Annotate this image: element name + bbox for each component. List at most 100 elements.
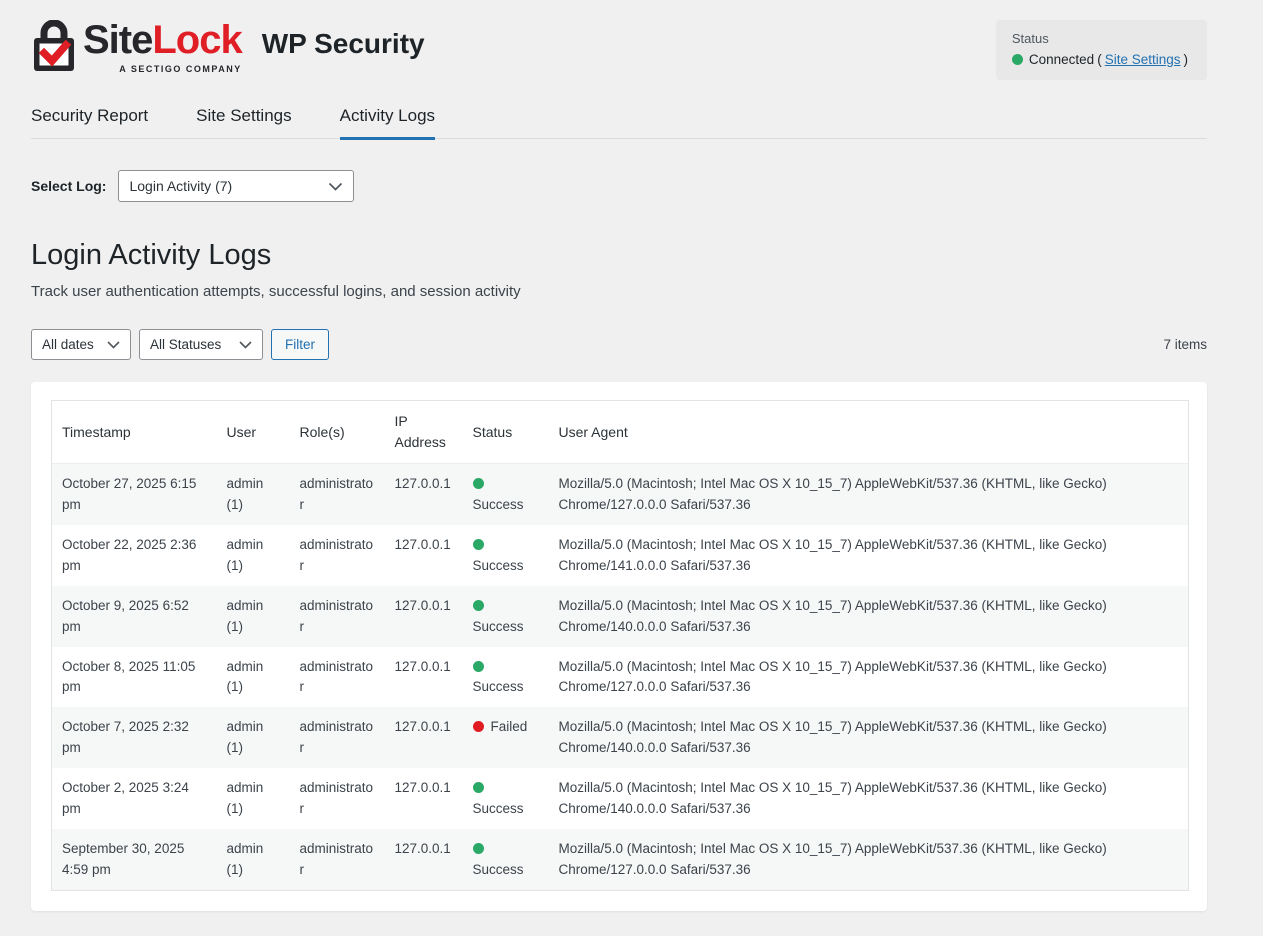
status-label: Success <box>473 679 524 694</box>
cell-status: Success <box>463 768 549 829</box>
site-settings-link[interactable]: Site Settings <box>1105 52 1181 67</box>
cell-status: Success <box>463 464 549 525</box>
column-header-status: Status <box>463 401 549 464</box>
status-box-label: Status <box>1012 31 1191 46</box>
cell-user-agent: Mozilla/5.0 (Macintosh; Intel Mac OS X 1… <box>549 464 1189 525</box>
tab-bar: Security Report Site Settings Activity L… <box>31 106 1207 139</box>
column-header-user-agent: User Agent <box>549 401 1189 464</box>
log-table-card: Timestamp User Role(s) IP Address Status… <box>31 382 1207 911</box>
page-title: Login Activity Logs <box>31 239 1207 272</box>
status-filter-value: All Statuses <box>150 337 221 352</box>
logo-site-text: Site <box>83 18 152 62</box>
success-dot-icon <box>473 539 484 550</box>
cell-status: Failed <box>463 707 549 768</box>
success-dot-icon <box>473 843 484 854</box>
login-activity-table: Timestamp User Role(s) IP Address Status… <box>51 400 1189 891</box>
column-header-user: User <box>217 401 290 464</box>
cell-status: Success <box>463 586 549 647</box>
cell-ip-address: 127.0.0.1 <box>385 525 463 586</box>
cell-user: admin (1) <box>217 707 290 768</box>
cell-user: admin (1) <box>217 586 290 647</box>
connected-dot-icon <box>1012 54 1023 65</box>
items-count: 7 items <box>1163 337 1207 352</box>
cell-role: administrator <box>290 464 385 525</box>
cell-user-agent: Mozilla/5.0 (Macintosh; Intel Mac OS X 1… <box>549 525 1189 586</box>
status-filter-select[interactable]: All Statuses <box>139 329 263 360</box>
cell-role: administrator <box>290 586 385 647</box>
table-row: October 2, 2025 3:24 pmadmin (1)administ… <box>52 768 1189 829</box>
table-row: September 30, 2025 4:59 pmadmin (1)admin… <box>52 829 1189 890</box>
status-label: Success <box>473 497 524 512</box>
column-header-ip-address: IP Address <box>385 401 463 464</box>
cell-timestamp: October 27, 2025 6:15 pm <box>52 464 217 525</box>
table-header: Timestamp User Role(s) IP Address Status… <box>52 401 1189 464</box>
cell-timestamp: October 7, 2025 2:32 pm <box>52 707 217 768</box>
table-row: October 8, 2025 11:05 pmadmin (1)adminis… <box>52 647 1189 708</box>
select-log-label: Select Log: <box>31 178 106 194</box>
tab-site-settings[interactable]: Site Settings <box>196 106 291 140</box>
log-selector-row: Select Log: Login Activity (7) <box>31 170 1207 202</box>
brand: SiteLock A SECTIGO COMPANY WP Security <box>31 20 425 74</box>
cell-status: Success <box>463 525 549 586</box>
cell-ip-address: 127.0.0.1 <box>385 464 463 525</box>
header: SiteLock A SECTIGO COMPANY WP Security S… <box>31 0 1207 80</box>
table-row: October 22, 2025 2:36 pmadmin (1)adminis… <box>52 525 1189 586</box>
cell-user: admin (1) <box>217 647 290 708</box>
cell-user: admin (1) <box>217 525 290 586</box>
chevron-down-icon <box>239 341 252 349</box>
paren-open: ( <box>1097 52 1102 67</box>
logo-tagline: A SECTIGO COMPANY <box>119 64 242 74</box>
table-row: October 9, 2025 6:52 pmadmin (1)administ… <box>52 586 1189 647</box>
paren-close: ) <box>1184 52 1189 67</box>
column-header-roles: Role(s) <box>290 401 385 464</box>
cell-timestamp: October 8, 2025 11:05 pm <box>52 647 217 708</box>
cell-ip-address: 127.0.0.1 <box>385 586 463 647</box>
connection-status-text: Connected <box>1029 52 1094 67</box>
logo-lock-text: Lock <box>152 18 241 62</box>
status-label: Success <box>473 619 524 634</box>
cell-role: administrator <box>290 525 385 586</box>
cell-ip-address: 127.0.0.1 <box>385 768 463 829</box>
cell-user: admin (1) <box>217 829 290 890</box>
filter-bar: All dates All Statuses Filter 7 items <box>31 329 1207 360</box>
filter-button[interactable]: Filter <box>271 329 329 360</box>
column-header-timestamp: Timestamp <box>52 401 217 464</box>
sitelock-wordmark: SiteLock A SECTIGO COMPANY <box>83 20 242 74</box>
cell-user-agent: Mozilla/5.0 (Macintosh; Intel Mac OS X 1… <box>549 707 1189 768</box>
cell-timestamp: September 30, 2025 4:59 pm <box>52 829 217 890</box>
page-content: SiteLock A SECTIGO COMPANY WP Security S… <box>31 0 1207 911</box>
date-filter-select[interactable]: All dates <box>31 329 131 360</box>
app-title: WP Security <box>262 28 425 60</box>
cell-user-agent: Mozilla/5.0 (Macintosh; Intel Mac OS X 1… <box>549 586 1189 647</box>
status-label: Failed <box>491 719 528 734</box>
cell-timestamp: October 2, 2025 3:24 pm <box>52 768 217 829</box>
cell-role: administrator <box>290 768 385 829</box>
log-type-select-value: Login Activity (7) <box>129 178 232 194</box>
cell-user-agent: Mozilla/5.0 (Macintosh; Intel Mac OS X 1… <box>549 647 1189 708</box>
cell-role: administrator <box>290 647 385 708</box>
cell-user: admin (1) <box>217 768 290 829</box>
tab-security-report[interactable]: Security Report <box>31 106 148 140</box>
success-dot-icon <box>473 478 484 489</box>
status-label: Success <box>473 862 524 877</box>
cell-ip-address: 127.0.0.1 <box>385 707 463 768</box>
log-table-body: October 27, 2025 6:15 pmadmin (1)adminis… <box>52 464 1189 891</box>
failed-dot-icon <box>473 721 484 732</box>
date-filter-value: All dates <box>42 337 94 352</box>
cell-status: Success <box>463 647 549 708</box>
cell-user: admin (1) <box>217 464 290 525</box>
tab-activity-logs[interactable]: Activity Logs <box>340 106 435 140</box>
cell-ip-address: 127.0.0.1 <box>385 829 463 890</box>
sitelock-padlock-icon <box>31 20 77 74</box>
cell-timestamp: October 22, 2025 2:36 pm <box>52 525 217 586</box>
log-type-select[interactable]: Login Activity (7) <box>118 170 354 202</box>
cell-timestamp: October 9, 2025 6:52 pm <box>52 586 217 647</box>
logo-text: SiteLock <box>83 20 242 60</box>
cell-role: administrator <box>290 829 385 890</box>
chevron-down-icon <box>107 341 120 349</box>
success-dot-icon <box>473 661 484 672</box>
cell-status: Success <box>463 829 549 890</box>
chevron-down-icon <box>328 182 343 191</box>
success-dot-icon <box>473 600 484 611</box>
table-row: October 7, 2025 2:32 pmadmin (1)administ… <box>52 707 1189 768</box>
